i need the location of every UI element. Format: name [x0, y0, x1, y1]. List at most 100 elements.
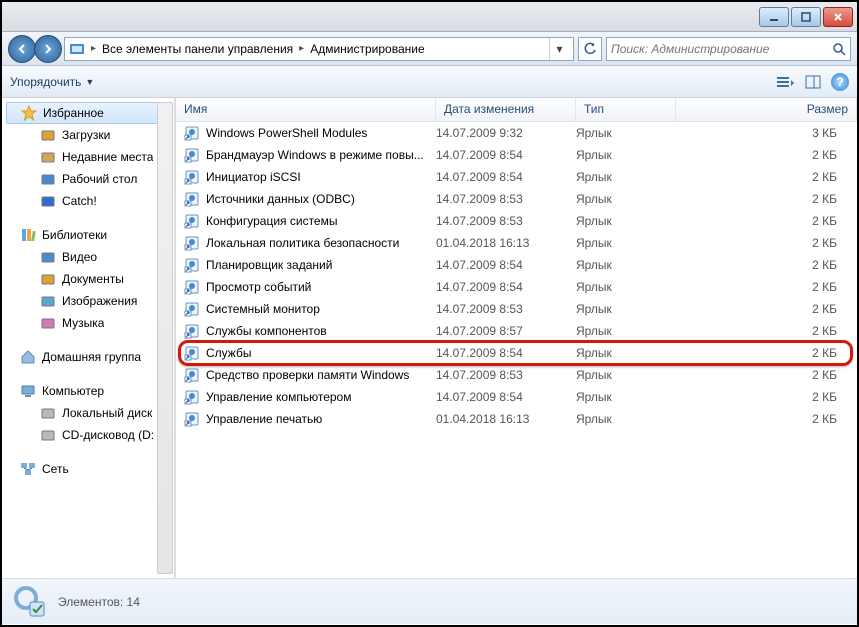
file-row[interactable]: Брандмауэр Windows в режиме повы...14.07…	[176, 144, 857, 166]
sidebar-item[interactable]: Недавние места	[2, 146, 175, 168]
file-date: 14.07.2009 8:53	[436, 192, 576, 206]
file-row[interactable]: Управление компьютером14.07.2009 8:54Ярл…	[176, 386, 857, 408]
sidebar-item[interactable]: Музыка	[2, 312, 175, 334]
file-type: Ярлык	[576, 390, 676, 404]
file-type: Ярлык	[576, 126, 676, 140]
crumb-separator: ▸	[299, 43, 304, 54]
column-size[interactable]: Размер	[676, 98, 857, 121]
sidebar-item-label: Домашняя группа	[42, 350, 141, 364]
item-icon	[40, 193, 56, 209]
sidebar-computer[interactable]: Компьютер	[2, 380, 175, 402]
refresh-button[interactable]	[578, 37, 602, 61]
file-date: 14.07.2009 8:54	[436, 170, 576, 184]
file-size: 2 КБ	[676, 324, 857, 338]
sidebar-network[interactable]: Сеть	[2, 458, 175, 480]
file-size: 2 КБ	[676, 148, 857, 162]
organize-button[interactable]: Упорядочить	[10, 75, 81, 89]
column-date[interactable]: Дата изменения	[436, 98, 576, 121]
sidebar-item[interactable]: Catch!	[2, 190, 175, 212]
titlebar	[2, 2, 857, 32]
sidebar: Избранное Загрузки Недавние места Рабочий …	[2, 98, 176, 578]
sidebar-item-label: Сеть	[42, 462, 69, 476]
address-bar-row: ▸ Все элементы панели управления ▸ Админ…	[2, 32, 857, 66]
file-row[interactable]: Службы14.07.2009 8:54Ярлык2 КБ	[176, 342, 857, 364]
sidebar-item[interactable]: Локальный диск	[2, 402, 175, 424]
close-button[interactable]	[823, 7, 853, 27]
homegroup-icon	[20, 349, 36, 365]
file-row[interactable]: Службы компонентов14.07.2009 8:57Ярлык2 …	[176, 320, 857, 342]
file-row[interactable]: Средство проверки памяти Windows14.07.20…	[176, 364, 857, 386]
sidebar-item[interactable]: Рабочий стол	[2, 168, 175, 190]
shortcut-icon	[184, 345, 200, 361]
sidebar-item-label: Изображения	[62, 294, 137, 308]
maximize-button[interactable]	[791, 7, 821, 27]
file-name: Планировщик заданий	[206, 258, 332, 272]
sidebar-libraries[interactable]: Библиотеки	[2, 224, 175, 246]
network-icon	[20, 461, 36, 477]
shortcut-icon	[184, 301, 200, 317]
status-bar: Элементов: 14	[2, 578, 857, 624]
sidebar-scrollbar[interactable]	[157, 102, 173, 574]
sidebar-item[interactable]: Изображения	[2, 290, 175, 312]
file-type: Ярлык	[576, 236, 676, 250]
file-size: 2 КБ	[676, 368, 857, 382]
file-size: 2 КБ	[676, 412, 857, 426]
file-row[interactable]: Конфигурация системы14.07.2009 8:53Ярлык…	[176, 210, 857, 232]
help-button[interactable]: ?	[831, 73, 849, 91]
file-row[interactable]: Планировщик заданий14.07.2009 8:54Ярлык2…	[176, 254, 857, 276]
column-name[interactable]: Имя	[176, 98, 436, 121]
forward-button[interactable]	[34, 35, 62, 63]
sidebar-item-label: Документы	[62, 272, 124, 286]
sidebar-homegroup[interactable]: Домашняя группа	[2, 346, 175, 368]
item-icon	[40, 271, 56, 287]
file-name: Windows PowerShell Modules	[206, 126, 367, 140]
file-name: Управление печатью	[206, 412, 322, 426]
file-row[interactable]: Системный монитор14.07.2009 8:53Ярлык2 К…	[176, 298, 857, 320]
sidebar-item-label: Видео	[62, 250, 97, 264]
sidebar-item[interactable]: Видео	[2, 246, 175, 268]
shortcut-icon	[184, 411, 200, 427]
item-icon	[40, 249, 56, 265]
file-name: Брандмауэр Windows в режиме повы...	[206, 148, 424, 162]
sidebar-item[interactable]: Документы	[2, 268, 175, 290]
sidebar-item-label: Недавние места	[62, 150, 153, 164]
shortcut-icon	[184, 125, 200, 141]
file-date: 14.07.2009 8:54	[436, 280, 576, 294]
file-row[interactable]: Windows PowerShell Modules 14.07.2009 9:3…	[176, 122, 857, 144]
view-mode-button[interactable]	[775, 72, 795, 92]
file-date: 14.07.2009 9:32	[436, 126, 576, 140]
shortcut-icon	[184, 323, 200, 339]
file-name: Инициатор iSCSI	[206, 170, 301, 184]
file-size: 2 КБ	[676, 258, 857, 272]
back-button[interactable]	[8, 35, 36, 63]
search-box[interactable]	[606, 37, 851, 61]
breadcrumb-1[interactable]: Все элементы панели управления	[102, 42, 293, 56]
minimize-button[interactable]	[759, 7, 789, 27]
file-type: Ярлык	[576, 368, 676, 382]
breadcrumb-2[interactable]: Администрирование	[310, 42, 424, 56]
file-name: Источники данных (ODBC)	[206, 192, 355, 206]
address-dropdown[interactable]: ▾	[549, 38, 569, 60]
preview-pane-button[interactable]	[803, 72, 823, 92]
file-row[interactable]: Источники данных (ODBC)14.07.2009 8:53Яр…	[176, 188, 857, 210]
file-size: 2 КБ	[676, 192, 857, 206]
address-bar[interactable]: ▸ Все элементы панели управления ▸ Админ…	[64, 37, 574, 61]
file-row[interactable]: Просмотр событий14.07.2009 8:54Ярлык2 КБ	[176, 276, 857, 298]
column-type[interactable]: Тип	[576, 98, 676, 121]
shortcut-icon	[184, 367, 200, 383]
file-name: Службы компонентов	[206, 324, 327, 338]
file-date: 01.04.2018 16:13	[436, 412, 576, 426]
sidebar-item-label: Библиотеки	[42, 228, 107, 242]
sidebar-item[interactable]: Загрузки	[2, 124, 175, 146]
sidebar-favorites[interactable]: Избранное	[6, 102, 171, 124]
search-input[interactable]	[611, 42, 832, 56]
column-headers: Имя Дата изменения Тип Размер	[176, 98, 857, 122]
item-icon	[40, 315, 56, 331]
file-row[interactable]: Управление печатью01.04.2018 16:13Ярлык2…	[176, 408, 857, 430]
file-type: Ярлык	[576, 346, 676, 360]
file-type: Ярлык	[576, 170, 676, 184]
file-row[interactable]: Локальная политика безопасности01.04.201…	[176, 232, 857, 254]
file-row[interactable]: Инициатор iSCSI14.07.2009 8:54Ярлык2 КБ	[176, 166, 857, 188]
sidebar-item[interactable]: CD-дисковод (D:	[2, 424, 175, 446]
file-size: 2 КБ	[676, 302, 857, 316]
